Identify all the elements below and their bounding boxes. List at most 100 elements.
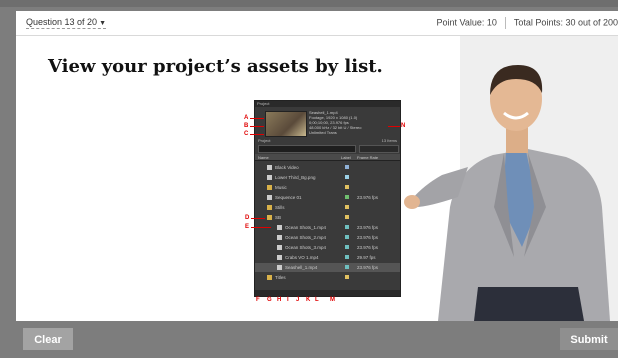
header-label: Label <box>341 155 351 160</box>
project-panel-screenshot: Project Seashell_1.mp4 Footage, 1920 x 1… <box>254 100 401 297</box>
clip-thumbnail <box>265 111 307 137</box>
label-swatch <box>345 205 349 209</box>
list-item[interactable]: Lower Third_Bg.png <box>255 173 400 182</box>
callout-f: F <box>256 297 260 303</box>
list-item[interactable]: Music <box>255 183 400 192</box>
callout-h: H <box>277 297 282 303</box>
clip-icon <box>277 265 282 270</box>
callout-e: E <box>245 224 250 230</box>
clip-icon <box>267 195 272 200</box>
list-item[interactable]: Ocean Shots_2.mp4 23.976 fps <box>255 233 400 242</box>
project-name: Project <box>258 138 271 143</box>
label-swatch <box>345 165 349 169</box>
label-swatch <box>345 225 349 229</box>
callout-arrow <box>251 218 265 219</box>
list-item[interactable]: Black Video <box>255 163 400 172</box>
panel-tab-label: Project <box>257 101 270 106</box>
list-item[interactable]: Stills <box>255 203 400 212</box>
label-swatch <box>345 255 349 259</box>
clip-icon <box>277 255 282 260</box>
callout-l: L <box>315 297 319 303</box>
points-info: Point Value: 10 Total Points: 30 out of 2… <box>437 17 618 29</box>
clip-icon <box>277 235 282 240</box>
item-name: Titles <box>275 275 286 280</box>
callout-k: K <box>306 297 311 303</box>
item-name: Black Video <box>275 165 299 170</box>
callout-m: M <box>330 297 335 303</box>
item-name: Ocean Shots_2.mp4 <box>285 235 327 240</box>
question-card: Question 13 of 20 ▼ Point Value: 10 Total … <box>16 11 618 321</box>
list-item[interactable]: Sequence 01 23.976 fps <box>255 193 400 202</box>
callout-arrow <box>388 126 400 127</box>
folder-icon <box>267 215 272 220</box>
clip-icon <box>267 175 272 180</box>
header-frame-rate: Frame Rate <box>357 155 379 160</box>
item-name: SB <box>275 215 282 220</box>
list-item[interactable]: Ocean Shots_3.mp4 23.976 fps <box>255 243 400 252</box>
clear-button[interactable]: Clear <box>23 328 73 350</box>
callout-a: A <box>244 115 249 121</box>
header-name: Name <box>258 155 269 160</box>
callout-arrow <box>251 227 271 228</box>
callout-j: J <box>296 297 300 303</box>
point-value: Point Value: 10 <box>436 17 497 28</box>
callout-n: N <box>401 123 406 129</box>
panel-toolbar <box>255 290 400 296</box>
search-input[interactable] <box>258 145 356 153</box>
item-name: Seashell_1.mp4 <box>285 265 318 270</box>
callout-g: G <box>267 297 272 303</box>
item-name: Music <box>275 185 287 190</box>
label-swatch <box>345 195 349 199</box>
callout-arrow <box>250 126 264 127</box>
item-frame-rate: 23.976 fps <box>357 265 379 270</box>
presenter-image <box>404 65 610 321</box>
list-header: Name Label Frame Rate <box>255 154 400 161</box>
label-swatch <box>345 275 349 279</box>
label-swatch <box>345 175 349 179</box>
label-swatch <box>345 215 349 219</box>
question-header: Question 13 of 20 ▼ Point Value: 10 Total … <box>16 11 618 36</box>
list-item[interactable]: Seashell_1.mp4 23.976 fps <box>255 263 400 272</box>
question-title: View your project’s assets by list. <box>48 56 383 77</box>
item-name: Ocean Shots_3.mp4 <box>285 245 327 250</box>
item-count: 13 Items <box>381 138 397 143</box>
submit-button[interactable]: Submit <box>560 328 618 350</box>
clip-icon <box>267 165 272 170</box>
label-swatch <box>345 235 349 239</box>
callout-arrow <box>250 118 264 119</box>
list-item[interactable]: Crabs VO 1.mp4 29.97 fps <box>255 253 400 262</box>
list-item[interactable]: Titles <box>255 273 400 282</box>
callout-d: D <box>245 215 250 221</box>
clip-info-line: Unlimited Trans <box>309 130 337 135</box>
label-swatch <box>345 245 349 249</box>
callout-c: C <box>244 131 249 137</box>
clip-icon <box>277 245 282 250</box>
label-swatch <box>345 185 349 189</box>
item-name: Lower Third_Bg.png <box>275 175 316 180</box>
search-scope[interactable] <box>359 145 399 153</box>
folder-icon <box>267 275 272 280</box>
folder-icon <box>267 205 272 210</box>
app-frame: Question 13 of 20 ▼ Point Value: 10 Total … <box>0 0 618 358</box>
callout-i: I <box>287 297 289 303</box>
clip-info: Seashell_1.mp4 Footage, 1920 x 1080 (1.0… <box>309 110 397 135</box>
item-frame-rate: 23.976 fps <box>357 225 379 230</box>
item-name: Sequence 01 <box>275 195 302 200</box>
panel-titlebar: Project <box>255 101 400 107</box>
top-strip <box>0 0 618 7</box>
list-item[interactable]: SB <box>255 213 400 222</box>
chevron-down-icon: ▼ <box>99 20 106 27</box>
item-name: Ocean Shots_1.mp4 <box>285 225 327 230</box>
item-frame-rate: 23.976 fps <box>357 245 379 250</box>
item-name: Crabs VO 1.mp4 <box>285 255 319 260</box>
item-frame-rate: 29.97 fps <box>357 255 376 260</box>
callout-arrow <box>250 134 264 135</box>
question-number: Question 13 of 20 <box>26 17 98 27</box>
list-item[interactable]: Ocean Shots_1.mp4 23.976 fps <box>255 223 400 232</box>
item-name: Stills <box>275 205 285 210</box>
divider <box>504 17 506 29</box>
folder-icon <box>267 185 272 190</box>
total-points: Total Points: 30 out of 200 <box>513 17 618 28</box>
question-selector[interactable]: Question 13 of 20 ▼ <box>26 17 106 29</box>
clip-icon <box>277 225 282 230</box>
